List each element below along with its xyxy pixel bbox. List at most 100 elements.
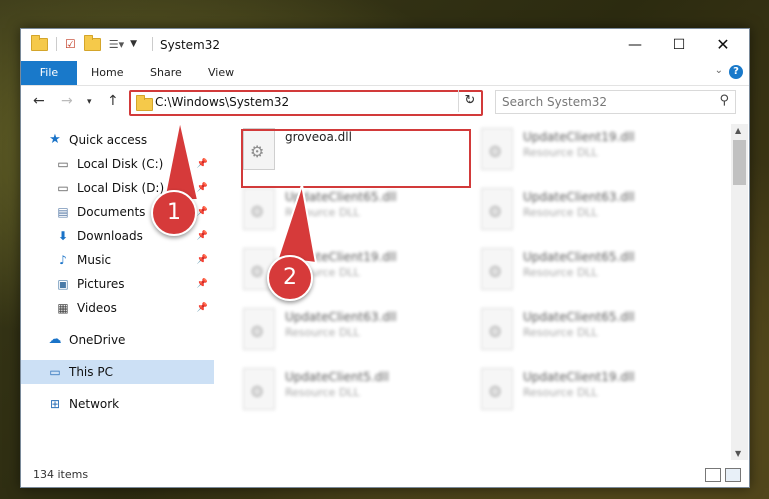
status-bar: 134 items [21,463,749,487]
file-item[interactable]: ⚙ UpdateClient5.dll Resource DLL [243,368,473,418]
sidebar-item-quick-access[interactable]: ★ Quick access [21,128,214,152]
videos-icon: ▦ [57,301,69,315]
sidebar-item-local-disk-c[interactable]: ▭ Local Disk (C:) 📌 [21,152,214,176]
ribbon-tabs: File Home Share View ⌄ ? [21,61,749,86]
forward-button[interactable]: → [61,93,73,109]
pin-icon: 📌 [196,159,208,169]
dropdown-icon[interactable]: ▼ [130,39,137,49]
annotation-badge-1: 1 [151,190,197,236]
gear-icon: ⚙ [250,202,265,221]
tab-file[interactable]: File [21,61,77,85]
sidebar-item-label: Music [77,253,112,267]
minimize-button[interactable]: — [613,29,657,61]
scroll-thumb[interactable] [733,140,746,185]
file-item[interactable]: ⚙ UpdateClient65.dll Resource DLL [481,248,711,298]
pin-icon: 📌 [196,231,208,241]
gear-icon: ⚙ [488,202,503,221]
dll-file-icon: ⚙ [243,188,275,230]
gear-icon: ⚙ [250,262,265,281]
gear-icon: ⚙ [250,382,265,401]
dll-file-icon: ⚙ [243,308,275,350]
file-name: UpdateClient19.dll [523,370,635,384]
window-title: System32 [160,38,221,52]
cloud-icon: ☁ [48,332,62,347]
search-icon[interactable]: ⚲ [719,93,729,108]
file-item[interactable]: ⚙ UpdateClient19.dll Resource DLL [481,128,711,178]
sidebar-item-music[interactable]: ♪ Music 📌 [21,248,214,272]
file-item[interactable]: ⚙ UpdateClient19.dll Resource DLL [481,368,711,418]
address-bar[interactable]: C:\Windows\System32 ⌄ [129,90,483,116]
file-name: UpdateClient19.dll [523,130,635,144]
file-item[interactable]: ⚙ UpdateClient63.dll Resource DLL [243,308,473,358]
recent-locations-button[interactable]: ▾ [87,97,92,107]
sidebar-item-onedrive[interactable]: ☁ OneDrive [21,328,214,352]
quick-access-toolbar: ☑ ☰▾ ▼ [31,34,137,51]
sidebar-item-videos[interactable]: ▦ Videos 📌 [21,296,214,320]
close-button[interactable]: ✕ [701,29,745,61]
properties-icon[interactable]: ☑ [65,37,76,51]
file-type: Resource DLL [285,386,360,399]
search-input[interactable] [496,91,704,113]
drive-icon: ▭ [57,157,69,171]
file-type: Resource DLL [523,206,598,219]
title-separator [152,37,153,51]
scroll-down-icon[interactable]: ▼ [735,449,741,458]
address-path[interactable]: C:\Windows\System32 [155,95,289,109]
file-item[interactable]: ⚙ UpdateClient65.dll Resource DLL [243,188,473,238]
computer-icon: ▭ [49,365,61,379]
file-name: UpdateClient5.dll [285,370,389,384]
tab-share[interactable]: Share [150,61,182,85]
file-highlight-box [241,129,471,188]
sidebar-item-label: Videos [77,301,117,315]
maximize-button[interactable]: ☐ [657,29,701,61]
item-count: 134 items [33,468,89,481]
pin-icon: 📌 [196,183,208,193]
details-view-icon[interactable] [705,468,721,482]
folder-icon [31,34,48,51]
gear-icon: ⚙ [488,382,503,401]
file-item[interactable]: ⚙ UpdateClient63.dll Resource DLL [481,188,711,238]
sidebar-item-label: This PC [69,365,113,379]
file-type: Resource DLL [285,326,360,339]
sidebar-item-pictures[interactable]: ▣ Pictures 📌 [21,272,214,296]
pin-icon: 📌 [196,255,208,265]
title-bar: ☑ ☰▾ ▼ System32 — ☐ ✕ [21,29,749,61]
refresh-button[interactable]: ↻ [458,90,481,112]
sidebar-item-label: Documents [77,205,146,219]
gear-icon: ⚙ [488,142,503,161]
documents-icon: ▤ [57,205,69,219]
gear-icon: ⚙ [488,322,503,341]
vertical-scrollbar[interactable]: ▲ ▼ [731,124,748,460]
scroll-up-icon[interactable]: ▲ [735,126,741,135]
sidebar-item-network[interactable]: ⊞ Network [21,392,214,416]
sidebar-item-label: Local Disk (D:) [77,181,165,195]
tab-view[interactable]: View [208,61,234,85]
file-name: UpdateClient65.dll [523,250,635,264]
large-icons-view-icon[interactable] [725,468,741,482]
file-name: UpdateClient65.dll [523,310,635,324]
sidebar-item-label: Network [69,397,120,411]
drive-icon: ▭ [57,181,69,195]
file-type: Resource DLL [285,206,360,219]
sidebar-item-label: Downloads [77,229,143,243]
sidebar-item-label: Pictures [77,277,125,291]
gear-icon: ⚙ [250,322,265,341]
help-icon[interactable]: ? [729,65,743,79]
file-name: UpdateClient63.dll [285,310,397,324]
annotation-badge-2: 2 [267,255,313,301]
search-box[interactable]: ⚲ [495,90,736,114]
download-icon: ⬇ [57,229,69,243]
new-folder-icon[interactable] [83,34,101,51]
back-button[interactable]: ← [33,93,45,109]
dll-file-icon: ⚙ [481,128,513,170]
file-item[interactable]: ⚙ UpdateClient65.dll Resource DLL [481,308,711,358]
sidebar-item-this-pc[interactable]: ▭ This PC [21,360,214,384]
dll-file-icon: ⚙ [481,248,513,290]
customize-icon[interactable]: ☰▾ [109,38,124,51]
dll-file-icon: ⚙ [481,368,513,410]
pin-icon: 📌 [196,207,208,217]
pictures-icon: ▣ [57,277,69,291]
up-button[interactable]: ↑ [107,93,119,109]
tab-home[interactable]: Home [91,61,123,85]
expand-ribbon-icon[interactable]: ⌄ [715,65,723,76]
